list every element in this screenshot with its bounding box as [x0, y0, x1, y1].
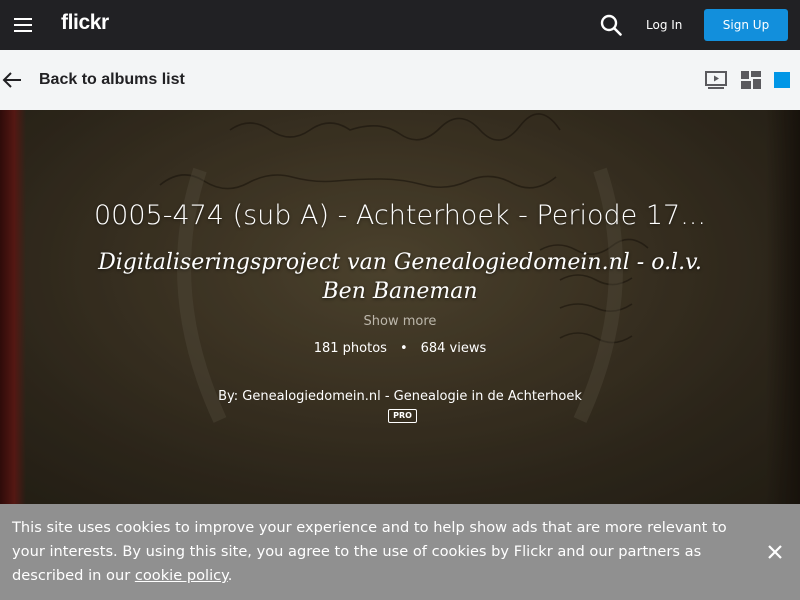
- flickr-logo[interactable]: flickr: [61, 11, 109, 35]
- cookie-text-end: .: [227, 567, 233, 584]
- show-more-link[interactable]: Show more: [300, 314, 500, 329]
- close-icon[interactable]: [766, 543, 784, 561]
- hero-overlay: [0, 110, 800, 504]
- cookie-policy-link[interactable]: cookie policy: [135, 567, 228, 584]
- search-icon[interactable]: [600, 14, 622, 36]
- menu-icon[interactable]: [14, 18, 32, 32]
- back-arrow-icon[interactable]: [2, 70, 22, 90]
- slideshow-icon[interactable]: [705, 71, 727, 89]
- album-description: Digitaliseringsproject van Genealogiedom…: [98, 250, 702, 304]
- album-title: 0005-474 (sub A) - Achterhoek - Periode …: [94, 200, 706, 231]
- single-view-icon[interactable]: [774, 72, 790, 88]
- view-count: 684 views: [420, 341, 487, 356]
- signup-button[interactable]: Sign Up: [704, 9, 788, 41]
- stats-separator: •: [399, 341, 408, 356]
- album-cover-image: [0, 110, 800, 504]
- album-owner-link[interactable]: By: Genealogiedomein.nl - Genealogie in …: [150, 389, 650, 404]
- photo-count: 181 photos: [313, 341, 387, 356]
- grid-view-icon[interactable]: [741, 71, 761, 89]
- back-to-albums-link[interactable]: Back to albums list: [39, 71, 185, 89]
- cookie-text: This site uses cookies to improve your e…: [12, 519, 727, 584]
- cookie-message: This site uses cookies to improve your e…: [12, 516, 752, 588]
- album-stats: 181 photos • 684 views: [250, 341, 550, 356]
- pro-badge: PRO: [388, 409, 417, 423]
- login-link[interactable]: Log In: [646, 18, 682, 32]
